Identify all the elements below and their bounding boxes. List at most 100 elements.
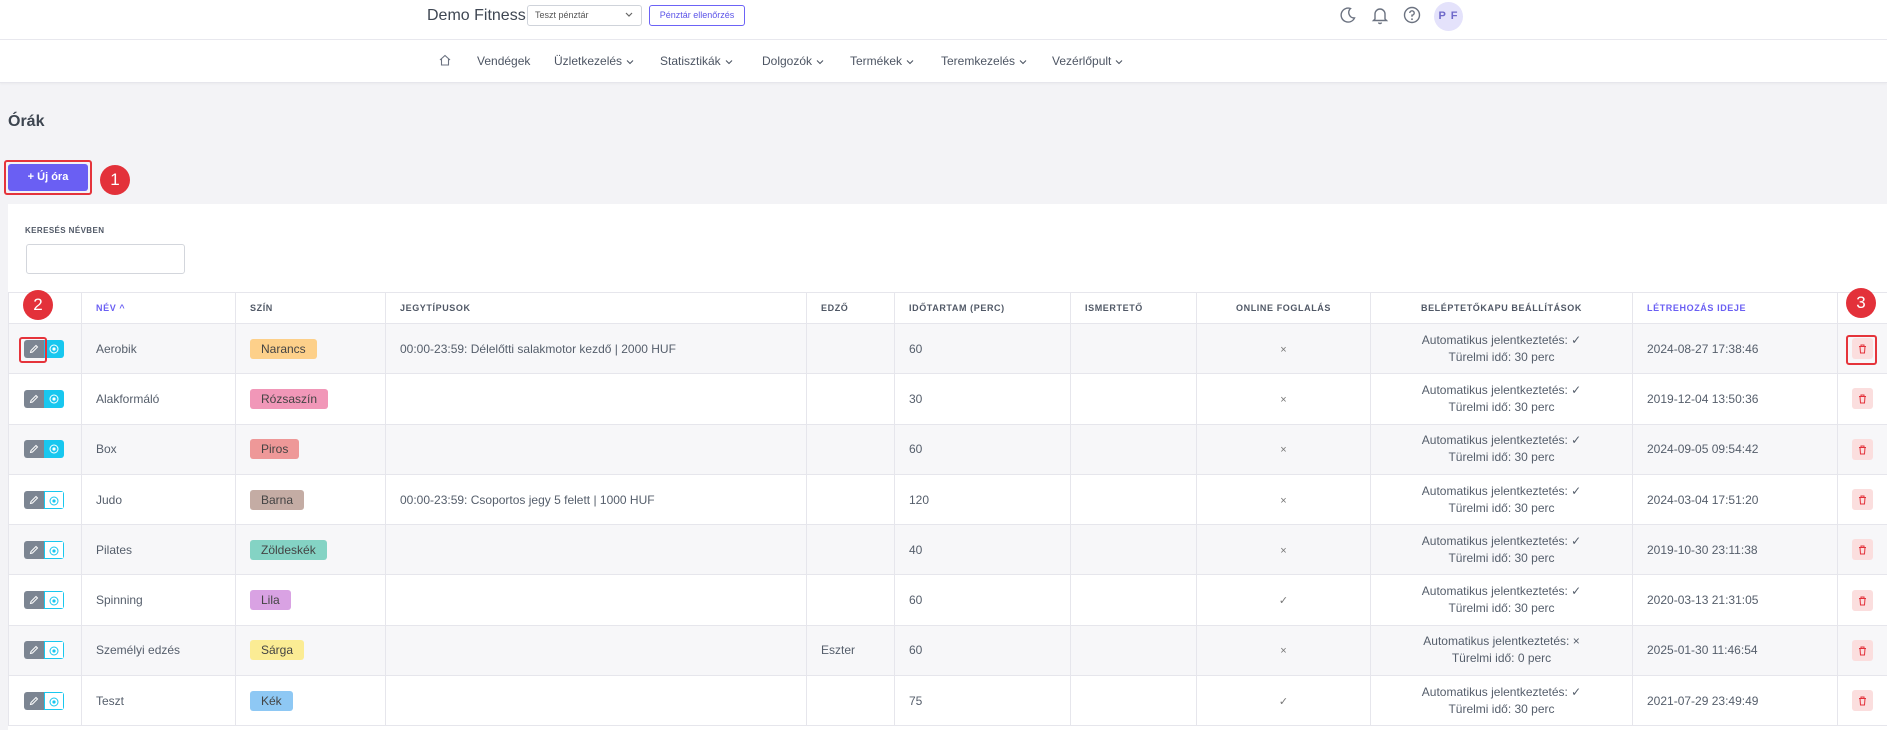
gate-grace-period: Türelmi idő: 0 perc bbox=[1451, 651, 1552, 666]
cell-created: 2021-07-29 23:49:49 bbox=[1632, 675, 1838, 727]
moon-icon[interactable] bbox=[1338, 5, 1358, 25]
step-marker-3: 3 bbox=[1846, 288, 1876, 318]
edit-button[interactable] bbox=[24, 641, 44, 660]
trash-icon bbox=[1859, 596, 1867, 606]
nav-item-teremkezeles[interactable]: Teremkezelés bbox=[941, 54, 1027, 68]
edit-button[interactable] bbox=[24, 490, 44, 509]
cell-tickets bbox=[385, 574, 807, 626]
help-icon[interactable] bbox=[1402, 5, 1422, 25]
cell-created: 2020-03-13 21:31:05 bbox=[1632, 574, 1838, 626]
cell-name: Box bbox=[81, 424, 236, 475]
table-row: Pilates Zöldeskék 40 × Automatikus jelentkez… bbox=[8, 524, 1887, 576]
cell-description bbox=[1070, 373, 1197, 425]
cell-duration: 60 bbox=[894, 625, 1071, 677]
cell-description bbox=[1070, 625, 1197, 677]
row-actions bbox=[8, 625, 82, 677]
delete-button[interactable] bbox=[1852, 690, 1874, 712]
register-check-button[interactable]: Pénztár ellenőrzés bbox=[649, 5, 745, 26]
cell-description bbox=[1070, 474, 1197, 526]
cell-delete bbox=[1837, 373, 1887, 425]
edit-button[interactable] bbox=[24, 440, 44, 459]
view-button[interactable] bbox=[44, 540, 64, 559]
edit-button[interactable] bbox=[24, 389, 44, 408]
bell-icon[interactable] bbox=[1370, 5, 1390, 25]
cell-gate: Automatikus jelentkeztetés: × Türelmi idő… bbox=[1370, 625, 1633, 677]
table-header-row: NÉV ^ SZÍN JEGYTÍPUSOK EDZŐ IDŐTARTAM (P… bbox=[8, 292, 1887, 324]
row-action-group bbox=[24, 540, 64, 559]
view-button[interactable] bbox=[44, 591, 64, 610]
nav-item-vezerlopult[interactable]: Vezérlőpult bbox=[1052, 54, 1123, 68]
pencil-icon bbox=[29, 495, 39, 504]
cell-delete bbox=[1837, 424, 1887, 475]
highlight-frame bbox=[4, 160, 92, 195]
trash-icon bbox=[1859, 646, 1867, 656]
avatar[interactable]: P F bbox=[1434, 2, 1463, 31]
cell-trainer bbox=[806, 524, 895, 576]
home-icon[interactable] bbox=[438, 53, 452, 67]
cell-trainer bbox=[806, 323, 895, 375]
delete-button[interactable] bbox=[1852, 438, 1874, 460]
cell-gate: Automatikus jelentkeztetés: ✓ Türelmi idő… bbox=[1370, 524, 1633, 576]
edit-button[interactable] bbox=[24, 540, 44, 559]
row-actions bbox=[8, 574, 82, 626]
nav-item-termekek[interactable]: Termékek bbox=[850, 54, 914, 68]
cell-delete bbox=[1837, 524, 1887, 576]
col-created[interactable]: LÉTREHOZÁS IDEJE bbox=[1632, 292, 1838, 324]
page-title: Órák bbox=[8, 113, 45, 130]
nav-item-statisztikak[interactable]: Statisztikák bbox=[660, 54, 733, 68]
sort-ascending-icon: ^ bbox=[119, 303, 126, 313]
delete-button[interactable] bbox=[1852, 489, 1874, 511]
cell-delete bbox=[1837, 675, 1887, 727]
col-trainer: EDZŐ bbox=[806, 292, 895, 324]
cell-color: Narancs bbox=[235, 323, 386, 375]
online-booking-status: × bbox=[1280, 544, 1287, 557]
delete-button[interactable] bbox=[1852, 639, 1874, 661]
col-color: SZÍN bbox=[235, 292, 386, 324]
online-booking-status: × bbox=[1280, 494, 1287, 507]
edit-button[interactable] bbox=[24, 691, 44, 710]
delete-button[interactable] bbox=[1852, 589, 1874, 611]
cell-tickets bbox=[385, 524, 807, 576]
delete-button[interactable] bbox=[1852, 539, 1874, 561]
view-button[interactable] bbox=[44, 691, 64, 710]
online-booking-status: × bbox=[1280, 343, 1287, 356]
view-button[interactable] bbox=[44, 440, 64, 459]
online-booking-status: × bbox=[1280, 393, 1287, 406]
cell-color: Sárga bbox=[235, 625, 386, 677]
col-name[interactable]: NÉV ^ bbox=[81, 292, 236, 324]
cell-online: ✓ bbox=[1196, 675, 1371, 727]
delete-button[interactable] bbox=[1852, 388, 1874, 410]
cell-description bbox=[1070, 424, 1197, 475]
color-badge: Piros bbox=[250, 439, 300, 460]
online-booking-status: × bbox=[1280, 444, 1287, 457]
pencil-icon bbox=[29, 595, 39, 605]
cell-gate: Automatikus jelentkeztetés: ✓ Türelmi idő… bbox=[1370, 675, 1633, 727]
view-button[interactable] bbox=[44, 641, 64, 660]
color-badge: Barna bbox=[250, 489, 305, 510]
search-input[interactable] bbox=[26, 244, 185, 274]
pencil-icon bbox=[29, 696, 39, 705]
gate-grace-period: Türelmi idő: 30 perc bbox=[1448, 349, 1555, 364]
trash-icon bbox=[1859, 394, 1867, 404]
color-badge: Sárga bbox=[250, 640, 305, 661]
view-button[interactable] bbox=[44, 339, 64, 358]
main-nav: Vendégek Üzletkezelés Statisztikák Dolgo… bbox=[0, 40, 1887, 83]
nav-item-vendegek[interactable]: Vendégek bbox=[477, 54, 530, 68]
eye-icon bbox=[49, 596, 59, 606]
cell-name: Pilates bbox=[81, 524, 236, 576]
chevron-down-icon bbox=[1115, 59, 1123, 65]
view-button[interactable] bbox=[44, 490, 64, 509]
cell-color: Lila bbox=[235, 574, 386, 626]
edit-button[interactable] bbox=[24, 591, 44, 610]
eye-icon bbox=[49, 646, 59, 656]
cell-online: × bbox=[1196, 373, 1371, 425]
cell-trainer bbox=[806, 574, 895, 626]
view-button[interactable] bbox=[44, 389, 64, 408]
cell-duration: 75 bbox=[894, 675, 1071, 727]
cell-tickets bbox=[385, 675, 807, 727]
nav-item-dolgozok[interactable]: Dolgozók bbox=[762, 54, 824, 68]
gate-auto-checkin: Automatikus jelentkeztetés: ✓ bbox=[1421, 533, 1582, 548]
nav-item-uzletkezeles[interactable]: Üzletkezelés bbox=[554, 54, 634, 68]
pencil-icon bbox=[29, 394, 39, 404]
register-select[interactable]: Teszt pénztár bbox=[527, 5, 642, 26]
